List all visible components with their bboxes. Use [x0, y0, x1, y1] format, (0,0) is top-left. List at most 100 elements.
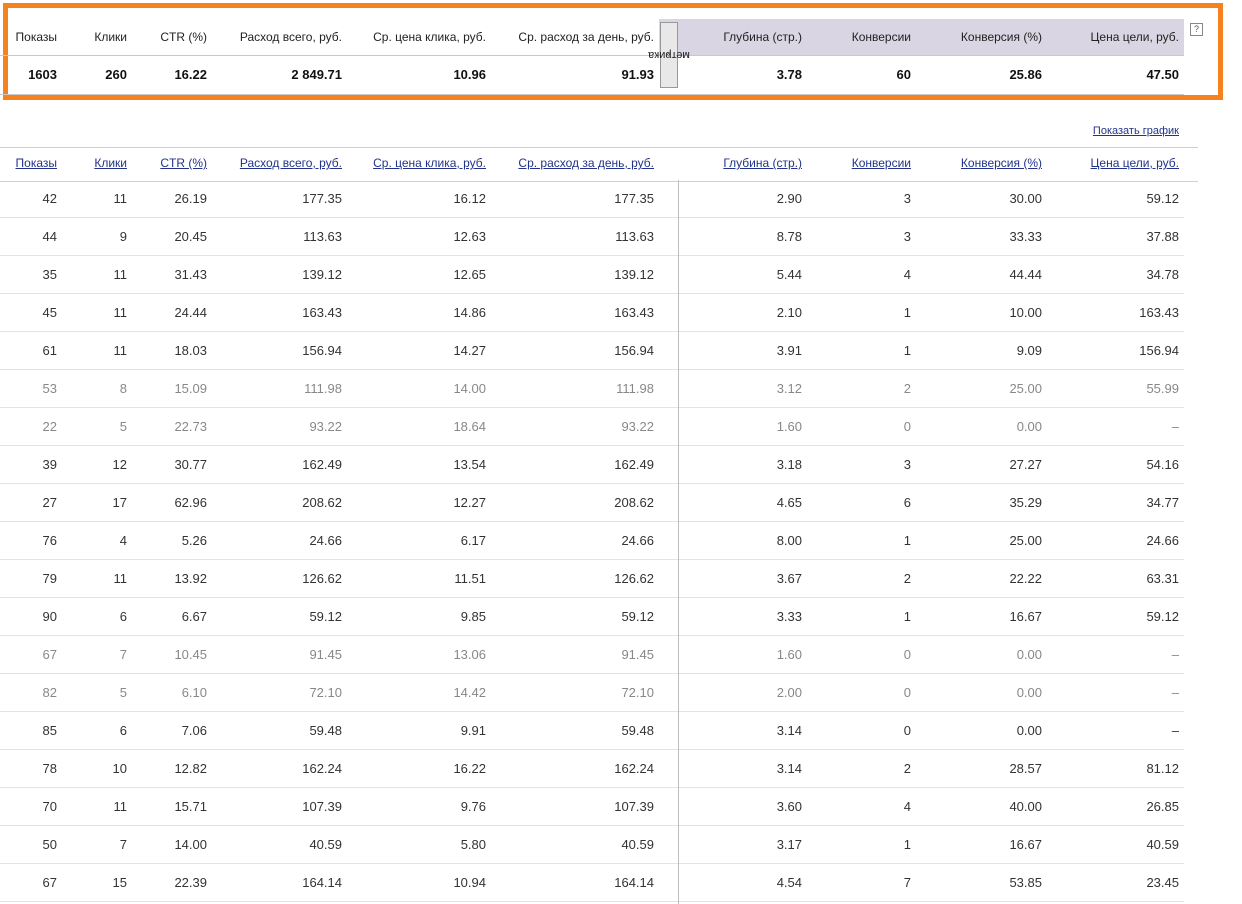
cell-clicks: 7	[119, 837, 127, 852]
cell-spend-total: 93.22	[309, 419, 342, 434]
cell-conversion-rate: 16.67	[1009, 837, 1042, 852]
summary-header-shows: Показы	[15, 30, 57, 44]
cell-shows: 50	[42, 837, 57, 852]
sort-clicks-link[interactable]: Клики	[62, 148, 132, 181]
row-separator	[659, 294, 684, 331]
cell-avg-daily-spend: 93.22	[621, 419, 654, 434]
cell-goal-cost: 59.12	[1146, 609, 1179, 624]
column-divider	[678, 180, 679, 904]
cell-spend-total: 40.59	[309, 837, 342, 852]
table-row: 78 10 12.82 162.24 16.22 162.24 3.14 2 28.57 81.1…	[0, 750, 1184, 788]
summary-header-avg-daily-spend: Ср. расход за день, руб.	[518, 30, 654, 44]
cell-shows: 44	[42, 229, 57, 244]
cell-avg-cpc: 12.27	[453, 495, 486, 510]
cell-goal-cost: 54.16	[1146, 457, 1179, 472]
cell-ctr: 30.77	[174, 457, 207, 472]
sort-conversion-rate-link[interactable]: Конверсия (%)	[916, 148, 1047, 181]
row-separator	[659, 636, 684, 673]
cell-avg-cpc: 5.80	[460, 837, 486, 852]
cell-spend-total: 164.14	[302, 875, 342, 890]
cell-ctr: 13.92	[174, 571, 207, 586]
help-icon[interactable]: ?	[1190, 23, 1203, 36]
cell-avg-daily-spend: 107.39	[614, 799, 654, 814]
cell-conversions: 3	[903, 229, 911, 244]
table-row: 53 8 15.09 111.98 14.00 111.98 3.12 2 25.00 55.99	[0, 370, 1184, 408]
cell-ctr: 6.67	[181, 609, 207, 624]
cell-avg-daily-spend: 59.48	[621, 723, 654, 738]
cell-shows: 67	[42, 647, 57, 662]
row-separator	[659, 598, 684, 635]
cell-spend-total: 72.10	[309, 685, 342, 700]
cell-depth: 2.10	[776, 305, 802, 320]
cell-avg-daily-spend: 59.12	[621, 609, 654, 624]
sort-goal-cost-link[interactable]: Цена цели, руб.	[1047, 148, 1184, 181]
summary-spend-total: 2 849.71	[291, 67, 342, 82]
cell-spend-total: 162.24	[302, 761, 342, 776]
cell-avg-daily-spend: 177.35	[614, 191, 654, 206]
cell-conversion-rate: 40.00	[1009, 799, 1042, 814]
summary-totals-row: 1603 260 16.22 2 849.71 10.96 91.93 3.78…	[0, 55, 1184, 95]
cell-clicks: 15	[112, 875, 127, 890]
cell-shows: 76	[42, 533, 57, 548]
show-graph-link[interactable]: Показать график	[1093, 125, 1179, 137]
summary-header-depth: Глубина (стр.)	[684, 19, 807, 55]
cell-conversion-rate: 10.00	[1009, 305, 1042, 320]
sort-shows-link[interactable]: Показы	[0, 148, 62, 181]
sort-avg-daily-spend-link[interactable]: Ср. расход за день, руб.	[491, 148, 659, 181]
cell-depth: 2.00	[776, 685, 802, 700]
row-separator	[659, 826, 684, 863]
cell-avg-cpc: 9.91	[460, 723, 486, 738]
cell-depth: 3.14	[776, 761, 802, 776]
cell-ctr: 15.71	[174, 799, 207, 814]
table-row: 61 11 18.03 156.94 14.27 156.94 3.91 1 9.09 156.9…	[0, 332, 1184, 370]
double-chevron-icon: »	[666, 50, 672, 60]
cell-avg-daily-spend: 139.12	[614, 267, 654, 282]
cell-goal-cost: 23.45	[1146, 875, 1179, 890]
row-separator	[659, 484, 684, 521]
cell-depth: 4.65	[776, 495, 802, 510]
cell-ctr: 7.06	[181, 723, 207, 738]
cell-goal-cost: 24.66	[1146, 533, 1179, 548]
summary-shows: 1603	[28, 67, 57, 82]
cell-spend-total: 113.63	[303, 229, 342, 244]
cell-goal-cost: 163.43	[1139, 305, 1179, 320]
cell-depth: 1.60	[776, 647, 802, 662]
cell-spend-total: 156.94	[302, 343, 342, 358]
sort-avg-cpc-link[interactable]: Ср. цена клика, руб.	[347, 148, 491, 181]
cell-depth: 8.00	[776, 533, 802, 548]
cell-depth: 4.54	[776, 875, 802, 890]
cell-avg-daily-spend: 208.62	[614, 495, 654, 510]
cell-ctr: 31.43	[174, 267, 207, 282]
cell-shows: 85	[42, 723, 57, 738]
sort-spend-total-link[interactable]: Расход всего, руб.	[212, 148, 347, 181]
cell-shows: 27	[42, 495, 57, 510]
sort-ctr-link[interactable]: CTR (%)	[132, 148, 212, 181]
summary-goal-cost: 47.50	[1146, 67, 1179, 82]
cell-conversion-rate: 0.00	[1016, 419, 1042, 434]
cell-conversions: 0	[903, 685, 911, 700]
cell-clicks: 5	[119, 685, 127, 700]
cell-ctr: 15.09	[174, 381, 207, 396]
cell-goal-cost: –	[1171, 647, 1179, 662]
cell-ctr: 14.00	[174, 837, 207, 852]
cell-conversion-rate: 27.27	[1009, 457, 1042, 472]
cell-conversion-rate: 25.00	[1009, 533, 1042, 548]
cell-avg-cpc: 13.06	[453, 647, 486, 662]
row-separator	[659, 332, 684, 369]
metrika-toggle-tab[interactable]: метрика »	[648, 22, 690, 88]
cell-spend-total: 177.35	[302, 191, 342, 206]
sort-depth-link[interactable]: Глубина (стр.)	[684, 148, 807, 181]
cell-avg-daily-spend: 91.45	[621, 647, 654, 662]
cell-conversions: 3	[903, 191, 911, 206]
cell-spend-total: 162.49	[302, 457, 342, 472]
summary-header-goal-cost: Цена цели, руб.	[1047, 19, 1184, 55]
cell-spend-total: 91.45	[309, 647, 342, 662]
table-row: 44 9 20.45 113.63 12.63 113.63 8.78 3 33.33 37.88	[0, 218, 1184, 256]
summary-conversion-rate: 25.86	[1009, 67, 1042, 82]
cell-shows: 22	[42, 419, 57, 434]
sort-conversions-link[interactable]: Конверсии	[807, 148, 916, 181]
cell-avg-cpc: 9.85	[460, 609, 486, 624]
cell-clicks: 11	[113, 343, 128, 358]
table-row: 45 11 24.44 163.43 14.86 163.43 2.10 1 10.00 163.…	[0, 294, 1184, 332]
cell-clicks: 11	[113, 571, 128, 586]
